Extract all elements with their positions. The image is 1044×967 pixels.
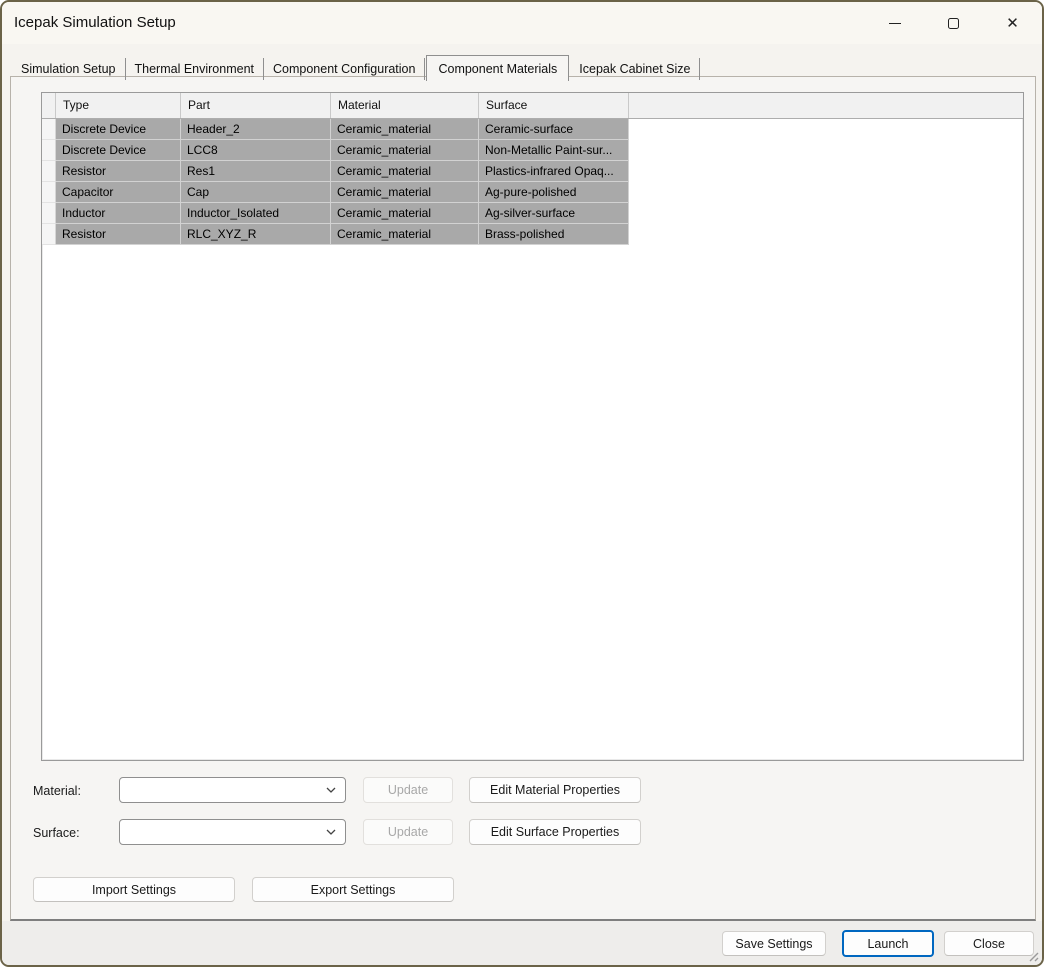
table-cell[interactable]: Capacitor	[56, 182, 181, 203]
table-cell[interactable]: Discrete Device	[56, 119, 181, 140]
table-cell[interactable]: Resistor	[56, 161, 181, 182]
table-cell[interactable]: Ag-pure-polished	[479, 182, 629, 203]
window-controls: ✕	[865, 2, 1042, 44]
tab-simulation-setup[interactable]: Simulation Setup	[12, 58, 126, 80]
chevron-down-icon	[326, 829, 336, 835]
table-cell[interactable]: Ag-silver-surface	[479, 203, 629, 224]
table-row[interactable]: Inductor Inductor_Isolated Ceramic_materia…	[42, 203, 1023, 224]
material-update-button[interactable]: Update	[363, 777, 453, 803]
table-row[interactable]: Discrete Device LCC8 Ceramic_material Non-M…	[42, 140, 1023, 161]
export-settings-button[interactable]: Export Settings	[252, 877, 454, 902]
table-cell[interactable]: Non-Metallic Paint-sur...	[479, 140, 629, 161]
table-cell[interactable]: LCC8	[181, 140, 331, 161]
resize-grip-icon[interactable]	[1026, 949, 1039, 962]
table-cell[interactable]: Inductor_Isolated	[181, 203, 331, 224]
close-icon: ✕	[1006, 13, 1019, 32]
title-bar: Icepak Simulation Setup ✕	[2, 2, 1042, 44]
table-cell[interactable]: Ceramic_material	[331, 140, 479, 161]
table-cell[interactable]: Inductor	[56, 203, 181, 224]
column-header-type[interactable]: Type	[56, 93, 181, 118]
minimize-icon	[888, 22, 901, 24]
column-header-part[interactable]: Part	[181, 93, 331, 118]
maximize-icon	[948, 17, 959, 29]
table-row[interactable]: Resistor Res1 Ceramic_material Plastics-inf…	[42, 161, 1023, 182]
grid-body: Discrete Device Header_2 Ceramic_material C…	[42, 119, 1023, 245]
edit-surface-properties-button[interactable]: Edit Surface Properties	[469, 819, 641, 845]
table-cell[interactable]: Discrete Device	[56, 140, 181, 161]
row-header-cell[interactable]	[42, 203, 56, 224]
table-cell[interactable]: Ceramic_material	[331, 224, 479, 245]
import-settings-button[interactable]: Import Settings	[33, 877, 235, 902]
close-dialog-button[interactable]: Close	[944, 931, 1034, 956]
surface-update-button[interactable]: Update	[363, 819, 453, 845]
table-row[interactable]: Resistor RLC_XYZ_R Ceramic_material Brass-p…	[42, 224, 1023, 245]
chevron-down-icon	[326, 787, 336, 793]
edit-material-properties-button[interactable]: Edit Material Properties	[469, 777, 641, 803]
column-header-material[interactable]: Material	[331, 93, 479, 118]
table-cell[interactable]: Ceramic_material	[331, 182, 479, 203]
row-header-cell[interactable]	[42, 119, 56, 140]
table-cell[interactable]: Brass-polished	[479, 224, 629, 245]
table-header-row: Type Part Material Surface	[42, 93, 1023, 119]
table-cell[interactable]: Resistor	[56, 224, 181, 245]
column-header-filler	[629, 93, 1023, 118]
component-materials-table: Type Part Material Surface Discrete Devi…	[41, 92, 1024, 761]
material-label: Material:	[33, 784, 81, 798]
table-cell[interactable]: Res1	[181, 161, 331, 182]
table-cell[interactable]: Plastics-infrared Opaq...	[479, 161, 629, 182]
tab-thermal-environment[interactable]: Thermal Environment	[126, 58, 265, 80]
table-row[interactable]: Discrete Device Header_2 Ceramic_material C…	[42, 119, 1023, 140]
tab-page-component-materials: Type Part Material Surface Discrete Devi…	[10, 76, 1036, 921]
table-cell[interactable]: Ceramic_material	[331, 119, 479, 140]
minimize-button[interactable]	[865, 2, 924, 44]
table-row[interactable]: Capacitor Cap Ceramic_material Ag-pure-poli…	[42, 182, 1023, 203]
row-header-cell[interactable]	[42, 182, 56, 203]
surface-combobox[interactable]	[119, 819, 346, 845]
close-button[interactable]: ✕	[983, 2, 1042, 44]
row-header-cell[interactable]	[42, 224, 56, 245]
footer-bar: Save Settings Launch Close	[2, 921, 1042, 965]
maximize-button[interactable]	[924, 2, 983, 44]
table-cell[interactable]: Ceramic-surface	[479, 119, 629, 140]
table-cell[interactable]: RLC_XYZ_R	[181, 224, 331, 245]
icepak-simulation-setup-dialog: Icepak Simulation Setup ✕ Simulation Set…	[0, 0, 1044, 967]
tab-icepak-cabinet-size[interactable]: Icepak Cabinet Size	[570, 58, 701, 80]
table-cell[interactable]: Ceramic_material	[331, 203, 479, 224]
window-title: Icepak Simulation Setup	[14, 14, 176, 31]
row-header-stub	[42, 93, 56, 118]
column-header-surface[interactable]: Surface	[479, 93, 629, 118]
material-combobox[interactable]	[119, 777, 346, 803]
table-cell[interactable]: Header_2	[181, 119, 331, 140]
row-header-cell[interactable]	[42, 161, 56, 182]
table-cell[interactable]: Ceramic_material	[331, 161, 479, 182]
surface-label: Surface:	[33, 826, 80, 840]
row-header-cell[interactable]	[42, 140, 56, 161]
tab-component-configuration[interactable]: Component Configuration	[264, 58, 426, 80]
table-cell[interactable]: Cap	[181, 182, 331, 203]
save-settings-button[interactable]: Save Settings	[722, 931, 826, 956]
tab-component-materials[interactable]: Component Materials	[426, 55, 570, 81]
launch-button[interactable]: Launch	[842, 930, 934, 957]
tab-bar: Simulation Setup Thermal Environment Compo…	[12, 54, 701, 81]
